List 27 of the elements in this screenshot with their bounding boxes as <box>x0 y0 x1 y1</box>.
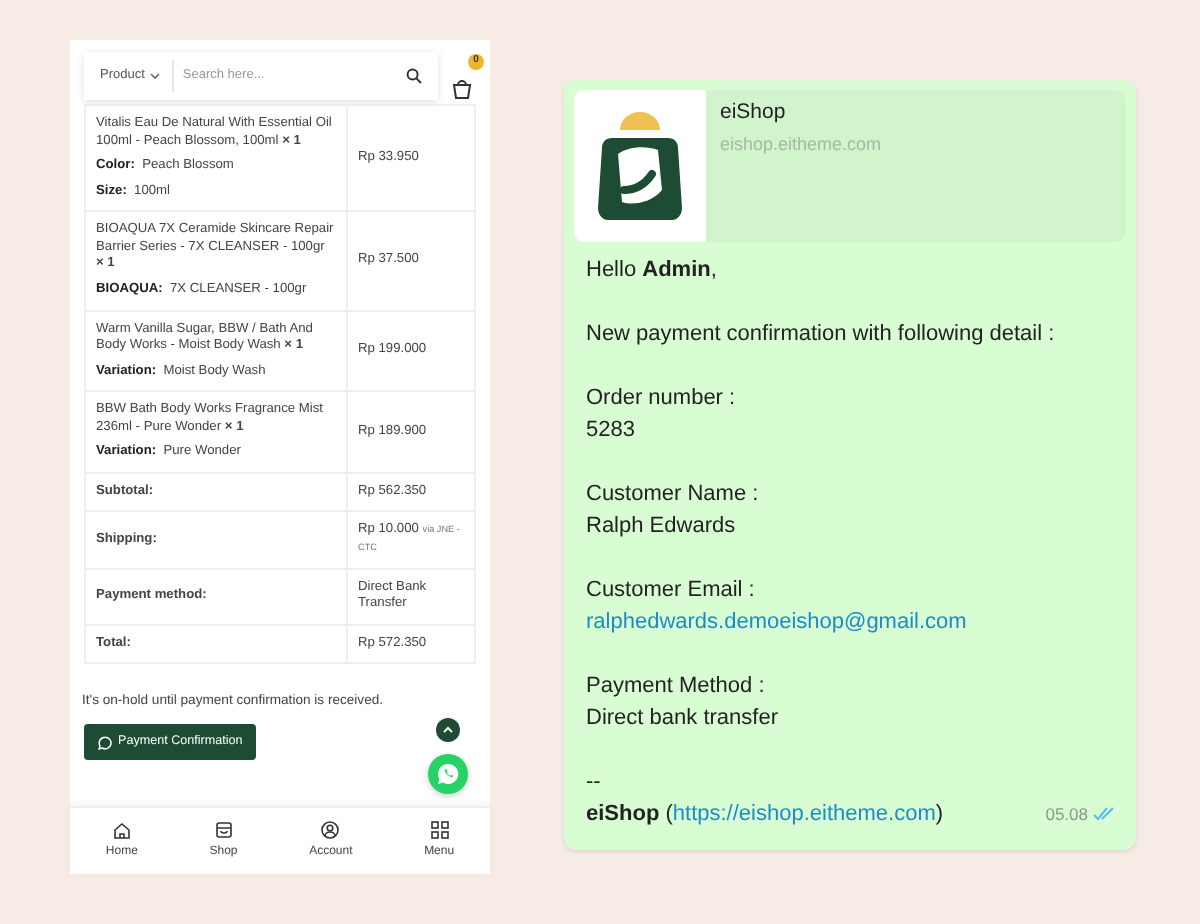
signature-line: eiShop (https://eishop.eitheme.com) <box>586 800 944 830</box>
message-line: Ralph Edwards <box>586 512 738 542</box>
message-line: Direct bank transfer <box>586 704 780 734</box>
message-line: Order number : <box>586 384 738 414</box>
separator-text: -- <box>586 768 603 798</box>
bag-icon <box>213 820 234 840</box>
grid-icon <box>429 820 450 840</box>
caret-icon <box>150 72 161 80</box>
phone-chat-icon <box>436 762 460 786</box>
chevron-up-icon <box>442 726 454 734</box>
user-icon <box>320 820 341 840</box>
message-line: Customer Email : <box>586 576 757 606</box>
preview-title: eiShop <box>720 98 788 126</box>
link-preview-card[interactable]: eiShop eishop.eitheme.com <box>574 90 1126 242</box>
chat-icon <box>98 735 112 750</box>
cart-icon[interactable] <box>450 75 474 100</box>
message-line: Hello Admin, <box>586 256 719 286</box>
home-icon <box>111 820 132 840</box>
message-time: 05.08 <box>1045 802 1088 828</box>
preview-url: eishop.eitheme.com <box>720 132 882 156</box>
message-line: 5283 <box>586 416 637 446</box>
message-line: Customer Name : <box>586 480 761 510</box>
shopping-bag-logo-icon <box>596 110 684 222</box>
message-line: Payment Method : <box>586 672 767 702</box>
search-icon[interactable] <box>406 68 422 84</box>
scroll-up-button[interactable] <box>436 718 460 742</box>
message-line: New payment confirmation with following detail : <box>586 320 1057 350</box>
